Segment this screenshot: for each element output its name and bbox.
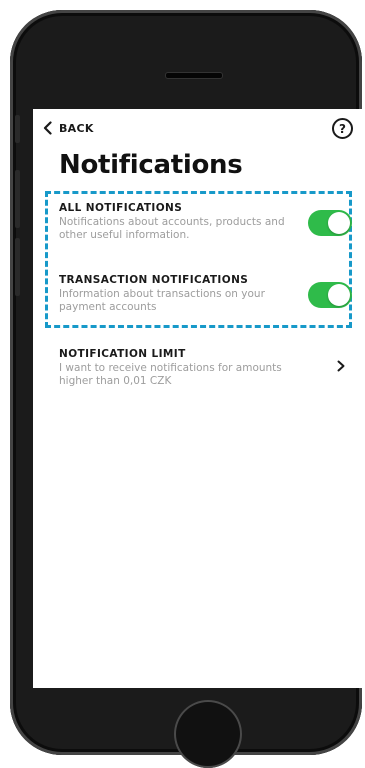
help-button[interactable]: ? — [332, 118, 353, 139]
phone-frame: BACK ? Notifications ALL NOTIFICATIONS N… — [10, 10, 365, 768]
page-title: Notifications — [59, 150, 243, 180]
transaction-notifications-toggle[interactable] — [308, 282, 352, 308]
top-navigation-bar: BACK ? — [33, 109, 365, 147]
setting-description: I want to receive notifications for amou… — [59, 362, 282, 387]
all-notifications-toggle[interactable] — [308, 210, 352, 236]
chevron-right-icon[interactable] — [337, 360, 345, 372]
back-button[interactable]: BACK — [43, 118, 94, 138]
setting-row-notification-limit[interactable]: NOTIFICATION LIMIT I want to receive not… — [59, 348, 359, 388]
mute-switch — [15, 115, 20, 143]
earpiece-speaker — [165, 72, 223, 79]
toggle-knob — [328, 212, 350, 234]
chevron-left-icon — [43, 121, 52, 135]
setting-description: Information about transactions on your p… — [59, 288, 265, 313]
toggle-knob — [328, 284, 350, 306]
volume-down-button — [15, 238, 20, 296]
home-button[interactable] — [174, 700, 242, 768]
setting-title: NOTIFICATION LIMIT — [59, 348, 186, 360]
question-circle-icon: ? — [339, 121, 346, 136]
app-screen: BACK ? Notifications ALL NOTIFICATIONS N… — [33, 109, 365, 688]
back-label: BACK — [59, 121, 94, 135]
volume-up-button — [15, 170, 20, 228]
setting-description: Notifications about accounts, products a… — [59, 216, 285, 241]
